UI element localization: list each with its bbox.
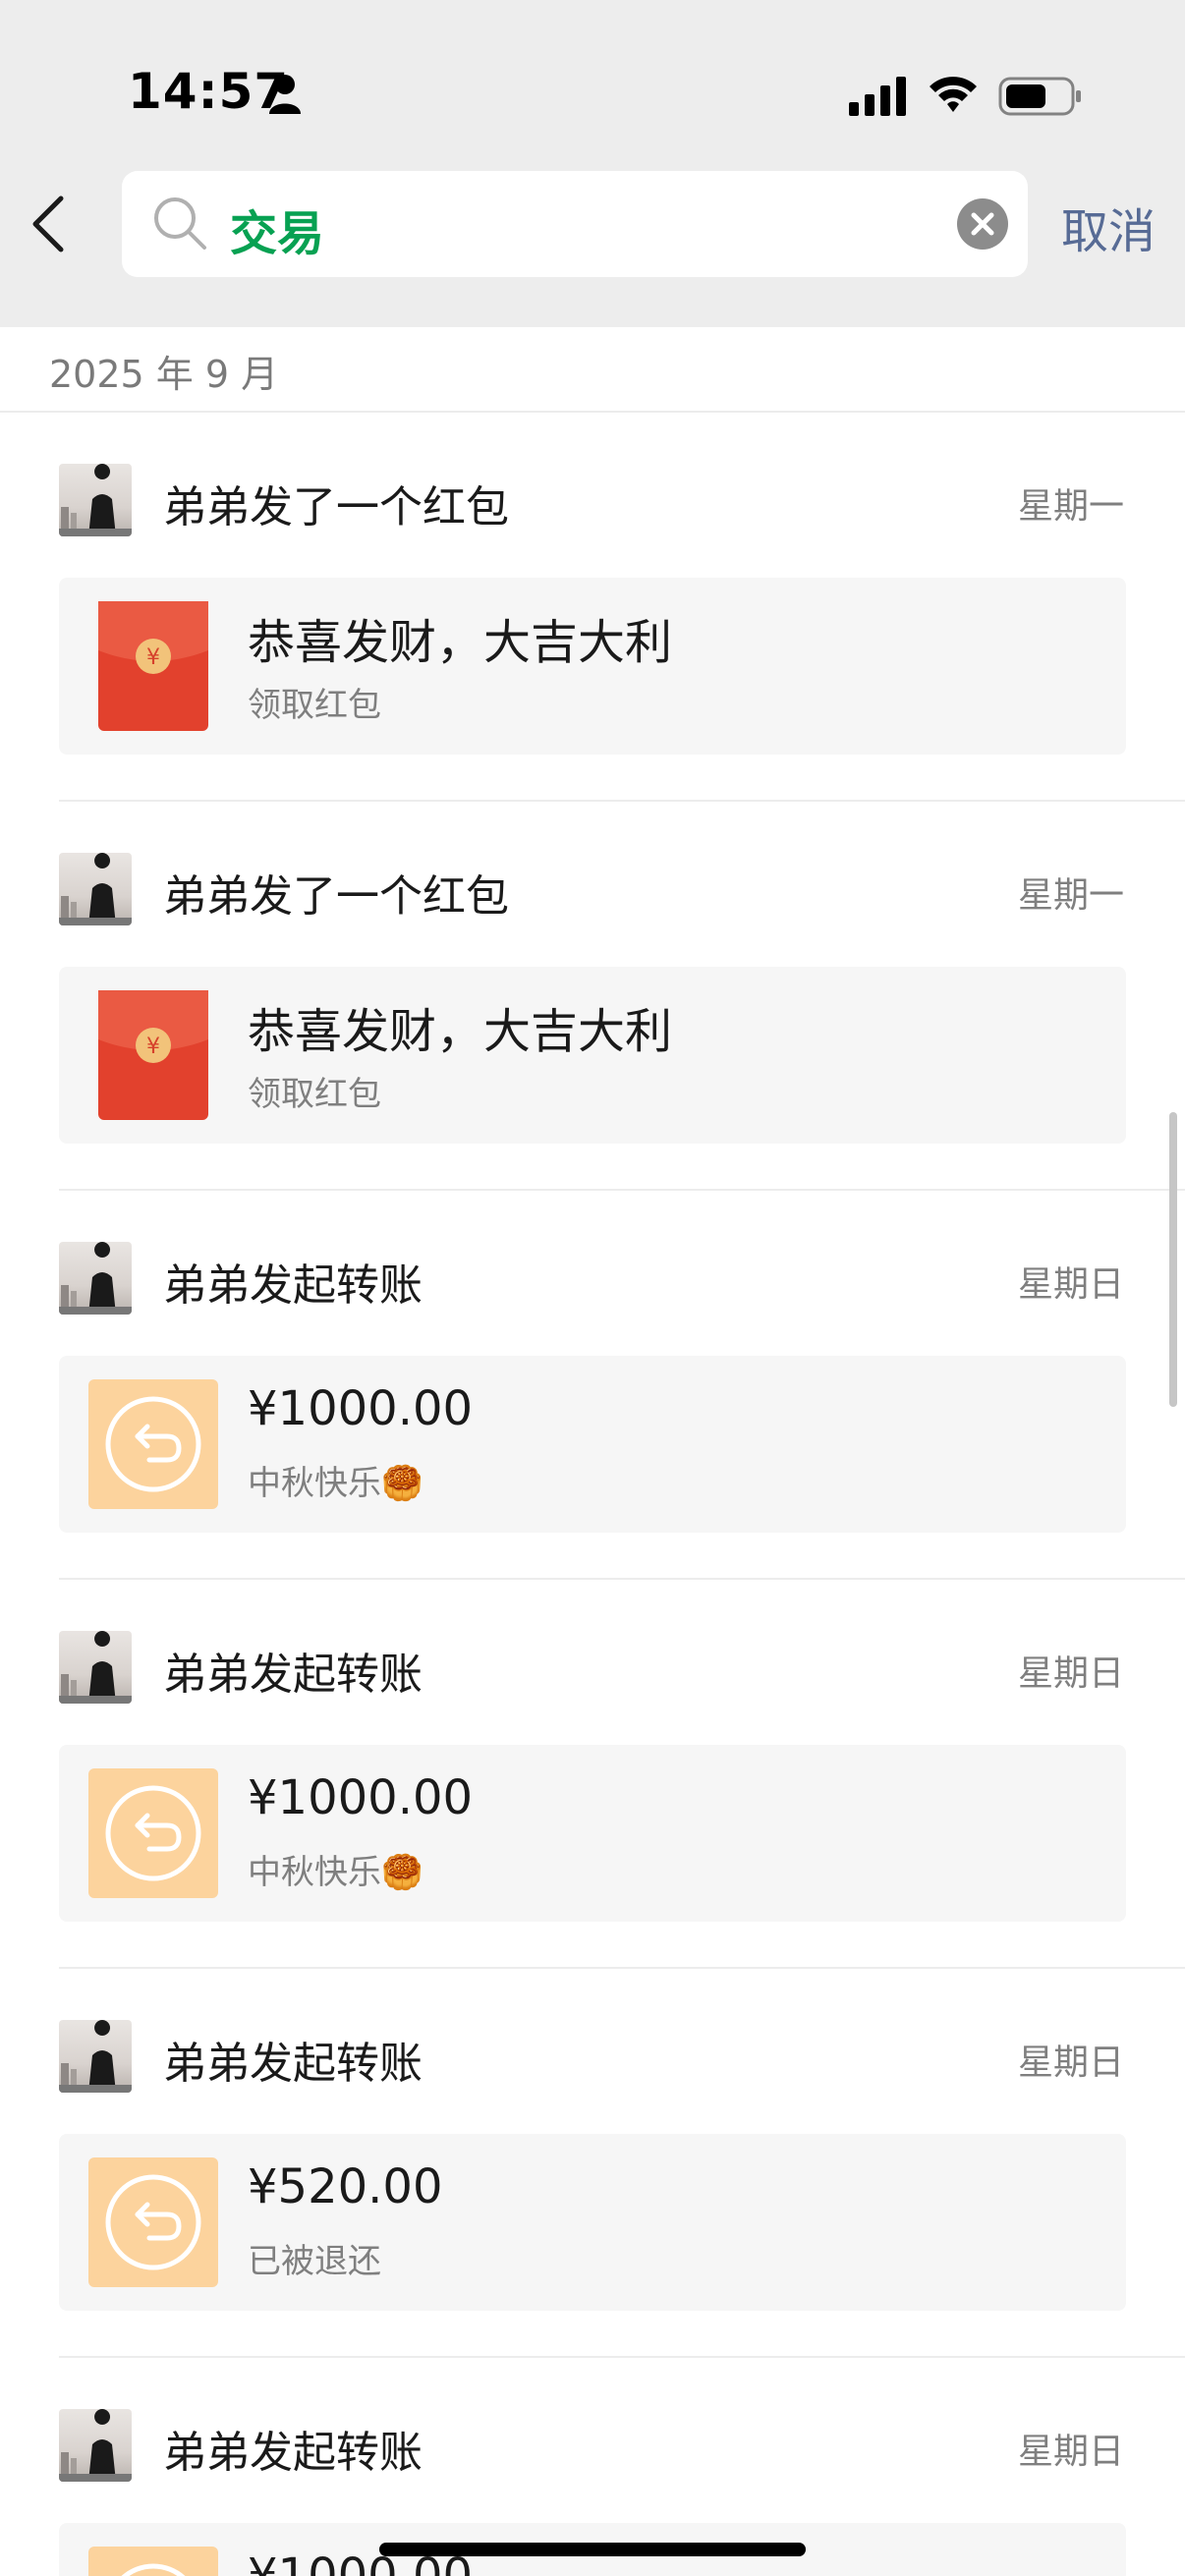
item-title: 弟弟发起转账 xyxy=(163,2039,423,2089)
item-day: 星期日 xyxy=(1017,1264,1124,1305)
card-sub-text: 中秋快乐🥮 xyxy=(248,1853,423,1892)
transfer-card[interactable]: ¥520.00 已被退还 xyxy=(59,2134,1126,2311)
red-packet-icon: ¥ xyxy=(98,601,208,731)
svg-text:¥: ¥ xyxy=(146,1035,160,1059)
avatar xyxy=(59,2409,132,2482)
svg-text:¥: ¥ xyxy=(146,645,160,670)
wifi-icon xyxy=(930,77,977,112)
item-title: 弟弟发起转账 xyxy=(163,2428,423,2478)
list-item[interactable]: 弟弟发起转账 星期日 ¥1000.00 中秋快乐🥮 xyxy=(0,1580,1185,1969)
signal-icon xyxy=(849,77,906,116)
transfer-card[interactable]: ¥1000.00 中秋快乐🥮 xyxy=(59,1356,1126,1533)
back-button[interactable] xyxy=(28,193,71,255)
search-query: 交易 xyxy=(230,206,325,261)
item-day: 星期日 xyxy=(1017,2432,1124,2472)
item-day: 星期一 xyxy=(1017,486,1124,527)
transfer-icon xyxy=(88,1379,218,1509)
card-main-text: 恭喜发财，大吉大利 xyxy=(248,615,673,670)
avatar xyxy=(59,2020,132,2093)
item-day: 星期日 xyxy=(1017,2043,1124,2083)
person-icon xyxy=(269,75,301,114)
top-area: 14:57 交易 取消 xyxy=(0,0,1185,327)
card-main-text: ¥1000.00 xyxy=(248,1770,474,1825)
item-title: 弟弟发了一个红包 xyxy=(163,482,509,532)
item-title: 弟弟发了一个红包 xyxy=(163,871,509,922)
list-item[interactable]: 弟弟发了一个红包 星期一 ¥ 恭喜发财，大吉大利 领取红包 xyxy=(0,413,1185,802)
card-main-text: ¥1000.00 xyxy=(248,1381,474,1436)
item-title: 弟弟发起转账 xyxy=(163,1260,423,1311)
list-item[interactable]: 弟弟发起转账 星期日 ¥1000.00 中秋快乐🥮 xyxy=(0,1191,1185,1580)
list-item[interactable]: 弟弟发起转账 星期日 ¥520.00 已被退还 xyxy=(0,1969,1185,2358)
card-sub-text: 领取红包 xyxy=(248,1075,381,1114)
transfer-card[interactable]: ¥1000.00 中秋快乐🥮 xyxy=(59,1745,1126,1922)
search-input[interactable]: 交易 xyxy=(122,171,1028,277)
card-sub-text: 中秋快乐🥮 xyxy=(248,1464,423,1503)
item-day: 星期日 xyxy=(1017,1653,1124,1694)
red-packet-card[interactable]: ¥ 恭喜发财，大吉大利 领取红包 xyxy=(59,967,1126,1144)
item-day: 星期一 xyxy=(1017,875,1124,916)
battery-icon xyxy=(998,77,1081,116)
card-main-text: 恭喜发财，大吉大利 xyxy=(248,1004,673,1059)
card-sub-text: 已被退还 xyxy=(248,2242,381,2281)
avatar xyxy=(59,1631,132,1704)
status-time: 14:57 xyxy=(128,63,290,120)
item-title: 弟弟发起转账 xyxy=(163,1650,423,1700)
month-header: 2025 年 9 月 xyxy=(49,353,279,396)
avatar xyxy=(59,853,132,925)
list-item[interactable]: 弟弟发了一个红包 星期一 ¥ 恭喜发财，大吉大利 领取红包 xyxy=(0,802,1185,1191)
scrollbar[interactable] xyxy=(1169,1112,1177,1407)
card-main-text: ¥520.00 xyxy=(248,2159,443,2214)
avatar xyxy=(59,464,132,536)
search-icon xyxy=(154,197,206,250)
cancel-button[interactable]: 取消 xyxy=(1061,193,1156,261)
transfer-icon xyxy=(88,1768,218,1898)
transfer-icon xyxy=(88,2157,218,2287)
transfer-icon xyxy=(88,2547,218,2576)
card-sub-text: 领取红包 xyxy=(248,686,381,725)
home-indicator xyxy=(379,2543,806,2556)
avatar xyxy=(59,1242,132,1315)
red-packet-icon: ¥ xyxy=(98,990,208,1120)
red-packet-card[interactable]: ¥ 恭喜发财，大吉大利 领取红包 xyxy=(59,578,1126,755)
clear-icon[interactable] xyxy=(957,198,1008,250)
